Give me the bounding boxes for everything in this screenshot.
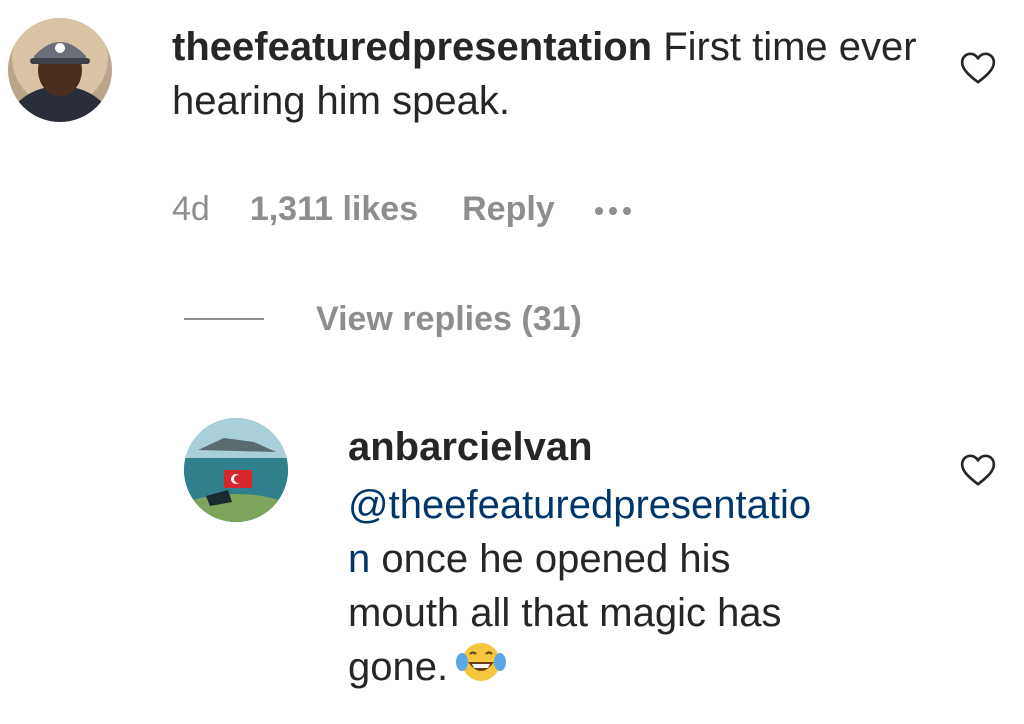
heart-outline-icon xyxy=(960,52,996,84)
heart-outline-icon xyxy=(960,454,996,486)
view-replies-button[interactable]: View replies (31) xyxy=(184,296,582,342)
reply-body: anbarcielvan @theefeaturedpresentatio n … xyxy=(348,420,948,694)
view-replies-label: View replies (31) xyxy=(316,299,582,338)
reply-username[interactable]: anbarcielvan xyxy=(348,420,948,474)
reply-text-line: gone. xyxy=(348,645,449,689)
replies-divider xyxy=(184,318,264,320)
reply-button[interactable]: Reply xyxy=(462,190,555,229)
comment-username[interactable]: theefeaturedpresentation xyxy=(172,25,652,69)
reply-text-line: once he opened his xyxy=(370,537,731,581)
comment-timestamp[interactable]: 4d xyxy=(172,190,210,229)
reply-text-line: mouth all that magic has xyxy=(348,591,782,635)
like-comment-button[interactable] xyxy=(958,48,998,88)
reply-mention-continued[interactable]: n xyxy=(348,537,370,581)
reply-mention[interactable]: @theefeaturedpresentatio xyxy=(348,483,811,527)
face-with-tears-of-joy-icon xyxy=(456,643,507,681)
avatar-photo xyxy=(8,18,112,122)
comment-likes-count[interactable]: 1,311 likes xyxy=(250,190,418,229)
avatar-photo xyxy=(184,418,288,522)
commenter-avatar[interactable] xyxy=(8,18,112,122)
comment-body: theefeaturedpresentation First time ever… xyxy=(172,20,932,128)
ellipsis-icon[interactable] xyxy=(594,203,631,215)
like-reply-button[interactable] xyxy=(958,450,998,490)
reply-avatar[interactable] xyxy=(184,418,288,522)
comment-meta: 4d 1,311 likes Reply xyxy=(172,186,631,232)
